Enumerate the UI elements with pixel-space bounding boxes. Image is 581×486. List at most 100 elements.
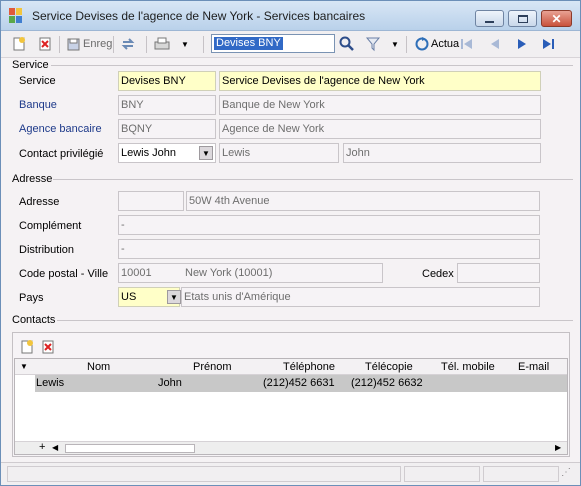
- table-row[interactable]: Lewis John (212)452 6631 (212)452 6632: [35, 375, 567, 392]
- new-document-icon: [13, 37, 25, 51]
- bank-label[interactable]: Banque: [19, 99, 57, 111]
- service-label: Service: [19, 75, 56, 87]
- address-label: Adresse: [19, 196, 60, 208]
- sync-button[interactable]: [120, 35, 136, 53]
- address-section-title: Adresse: [12, 173, 53, 185]
- scroll-left-icon[interactable]: ◀: [52, 443, 58, 452]
- resize-grip-icon[interactable]: ⋰: [561, 467, 571, 478]
- agency-label[interactable]: Agence bancaire: [19, 123, 102, 135]
- search-icon: [339, 36, 354, 51]
- status-cell: [483, 466, 559, 482]
- last-icon: [543, 39, 554, 49]
- contact-first-name-field: John: [343, 143, 541, 163]
- chevron-down-icon: ▼: [181, 39, 189, 49]
- divider: [51, 65, 573, 66]
- column-menu-icon[interactable]: ▼: [20, 362, 28, 371]
- delete-button[interactable]: [37, 35, 53, 53]
- contact-last-name-field: Lewis: [219, 143, 339, 163]
- delete-icon: [42, 340, 54, 354]
- service-code-field[interactable]: Devises BNY: [118, 71, 216, 91]
- city-value: New York (10001): [185, 267, 273, 279]
- first-record-button[interactable]: [459, 35, 475, 53]
- service-name-field[interactable]: Service Devises de l'agence de New York: [219, 71, 541, 91]
- country-dropdown-button[interactable]: ▼: [167, 290, 181, 304]
- new-document-icon: [21, 340, 33, 354]
- filter-icon: [365, 37, 381, 52]
- window: Service Devises de l'agence de New York …: [0, 0, 581, 486]
- refresh-label: Actua: [431, 38, 460, 50]
- cell-nom: Lewis: [36, 377, 65, 389]
- scroll-right-icon[interactable]: ▶: [555, 443, 561, 452]
- filter-button[interactable]: [365, 35, 381, 53]
- address-field[interactable]: 50W 4th Avenue: [186, 191, 540, 211]
- next-record-button[interactable]: [514, 35, 530, 53]
- distribution-field[interactable]: -: [118, 239, 540, 259]
- table-header: ▼ Nom Prénom Téléphone Télécopie Tél. mo…: [15, 359, 567, 375]
- divider: [53, 179, 573, 180]
- previous-record-button[interactable]: [487, 35, 503, 53]
- filter-menu-button[interactable]: ▼: [391, 35, 399, 53]
- new-button[interactable]: [11, 35, 27, 53]
- contact-dropdown-button[interactable]: ▼: [199, 146, 213, 160]
- column-header-mobile[interactable]: Tél. mobile: [441, 361, 495, 373]
- minimize-button[interactable]: [475, 10, 504, 27]
- column-header-telecopie[interactable]: Télécopie: [365, 361, 413, 373]
- maximize-button[interactable]: [508, 10, 537, 27]
- cell-telecopie: (212)452 6632: [351, 377, 423, 389]
- minimize-icon: [485, 20, 494, 23]
- column-header-prenom[interactable]: Prénom: [193, 361, 232, 373]
- sync-icon: [121, 38, 135, 50]
- postal-code-city-label: Code postal - Ville: [19, 268, 109, 280]
- add-contact-button[interactable]: [20, 338, 34, 356]
- first-icon: [461, 39, 472, 49]
- bank-code-field: BNY: [118, 95, 216, 115]
- divider: [57, 320, 573, 321]
- column-header-telephone[interactable]: Téléphone: [283, 361, 335, 373]
- address-number-field[interactable]: [118, 191, 184, 211]
- refresh-button[interactable]: Actua: [414, 35, 459, 53]
- print-menu-button[interactable]: ▼: [181, 35, 189, 53]
- bank-name-field: Banque de New York: [219, 95, 541, 115]
- title-bar: Service Devises de l'agence de New York …: [1, 1, 580, 31]
- save-icon: [67, 38, 80, 51]
- app-icon: [9, 8, 25, 24]
- agency-name-field: Agence de New York: [219, 119, 541, 139]
- search-value: Devises BNY: [214, 37, 283, 50]
- cedex-label: Cedex: [422, 268, 454, 280]
- save-button[interactable]: Enreg: [66, 35, 112, 53]
- contacts-table: ▼ Nom Prénom Téléphone Télécopie Tél. mo…: [14, 358, 568, 455]
- cedex-field[interactable]: [457, 263, 540, 283]
- refresh-icon: [415, 37, 429, 51]
- save-label: Enreg: [83, 38, 113, 50]
- complement-label: Complément: [19, 220, 82, 232]
- cell-prenom: John: [158, 377, 182, 389]
- distribution-label: Distribution: [19, 244, 75, 256]
- delete-contact-button[interactable]: [41, 338, 55, 356]
- horizontal-scrollbar[interactable]: + ◀ ▶: [15, 441, 567, 454]
- add-row-icon[interactable]: +: [39, 441, 45, 453]
- complement-field[interactable]: -: [118, 215, 540, 235]
- scrollbar-thumb[interactable]: [65, 444, 195, 453]
- toolbar: Enreg ▼ Devises BNY ▼ Actua: [1, 31, 580, 58]
- agency-code-field: BQNY: [118, 119, 216, 139]
- postal-city-field[interactable]: 10001 New York (10001): [118, 263, 383, 283]
- last-record-button[interactable]: [540, 35, 556, 53]
- chevron-down-icon: ▼: [391, 39, 399, 49]
- service-section-title: Service: [12, 59, 49, 71]
- previous-icon: [491, 39, 499, 49]
- status-cell: [404, 466, 480, 482]
- search-button[interactable]: [339, 35, 355, 53]
- search-input[interactable]: Devises BNY: [211, 34, 335, 53]
- status-cell: [7, 466, 401, 482]
- chevron-down-icon: ▼: [170, 292, 178, 302]
- cell-telephone: (212)452 6631: [263, 377, 335, 389]
- close-icon: ✕: [551, 11, 562, 26]
- column-header-email[interactable]: E-mail: [518, 361, 549, 373]
- close-button[interactable]: ✕: [541, 10, 572, 27]
- maximize-icon: [517, 14, 528, 23]
- contacts-section-title: Contacts: [12, 314, 56, 326]
- country-label: Pays: [19, 292, 44, 304]
- next-icon: [518, 39, 526, 49]
- print-button[interactable]: [153, 35, 171, 53]
- column-header-nom[interactable]: Nom: [87, 361, 110, 373]
